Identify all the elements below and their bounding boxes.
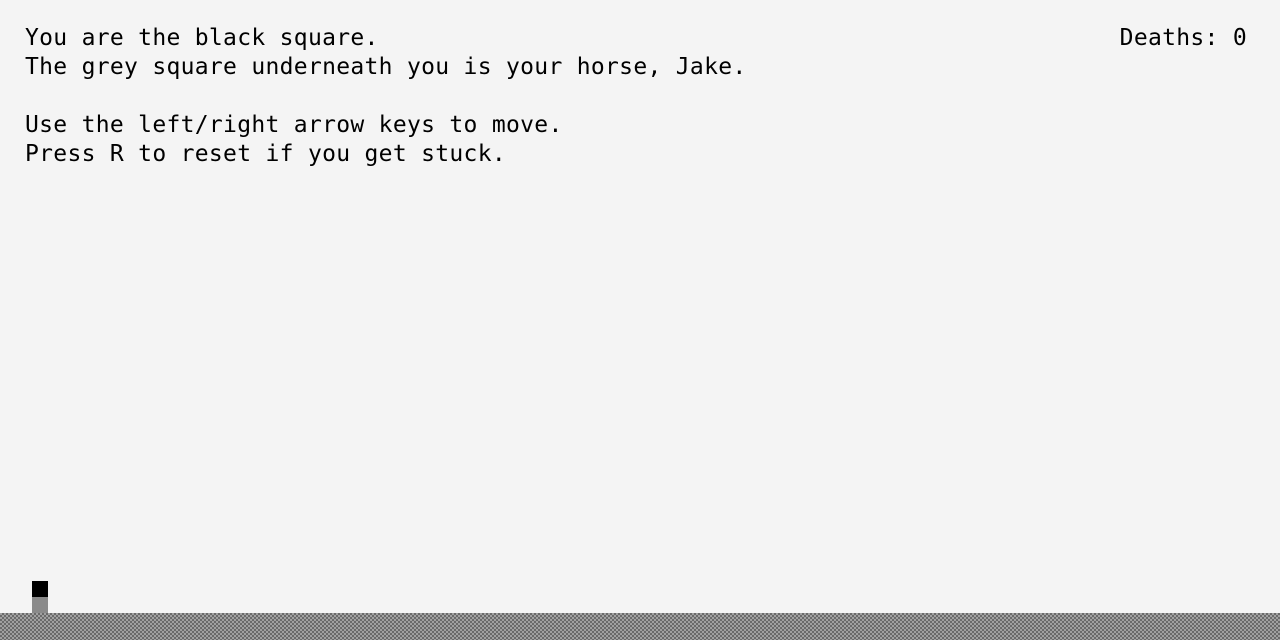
instruction-line-controls: Use the left/right arrow keys to move. bbox=[25, 112, 563, 138]
instructions-text: You are the black square. The grey squar… bbox=[25, 24, 747, 169]
game-canvas[interactable]: You are the black square. The grey squar… bbox=[0, 0, 1280, 640]
instruction-line-player: You are the black square. bbox=[25, 25, 379, 51]
horse-grey-square bbox=[32, 597, 48, 613]
instruction-line-reset: Press R to reset if you get stuck. bbox=[25, 141, 507, 167]
deaths-counter: Deaths: 0 bbox=[1119, 25, 1247, 51]
instruction-spacer bbox=[25, 82, 747, 111]
ground-floor bbox=[0, 613, 1280, 640]
instruction-line-horse: The grey square underneath you is your h… bbox=[25, 54, 747, 80]
player-black-square bbox=[32, 581, 48, 597]
